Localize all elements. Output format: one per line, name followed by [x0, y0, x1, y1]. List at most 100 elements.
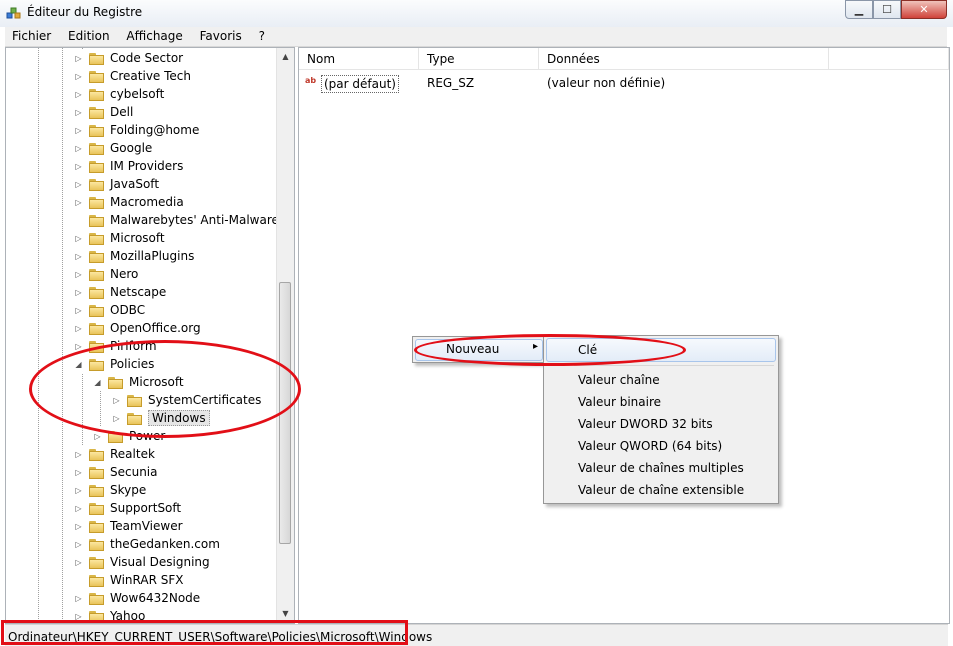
menu-bar: Fichier Edition Affichage Favoris ?: [5, 27, 947, 47]
submenu-item-expand-string[interactable]: Valeur de chaîne extensible: [578, 483, 744, 497]
submenu-item-valeur-binaire[interactable]: Valeur binaire: [578, 395, 661, 409]
expand-arrow-icon[interactable]: ▷: [74, 180, 83, 189]
tree-item-label: MozillaPlugins: [110, 249, 195, 263]
menu-help[interactable]: ?: [252, 27, 271, 43]
annotation-ellipse-menu: [414, 334, 686, 366]
tree-item[interactable]: ▷ Visual Designing: [74, 553, 210, 571]
expand-arrow-icon[interactable]: ▷: [74, 558, 83, 567]
tree-item[interactable]: ▷ Microsoft: [74, 229, 165, 247]
expand-arrow-icon[interactable]: ▷: [74, 126, 83, 135]
expand-arrow-icon[interactable]: ▷: [74, 198, 83, 207]
tree-item[interactable]: ▷ Dell: [74, 103, 134, 121]
expand-arrow-icon[interactable]: ▷: [74, 162, 83, 171]
folder-icon: [89, 448, 105, 461]
tree-item-label: JavaSoft: [110, 177, 160, 191]
column-header-type[interactable]: Type: [419, 48, 539, 70]
tree-item[interactable]: ▷ Realtek: [74, 445, 155, 463]
value-data: (valeur non définie): [547, 76, 666, 90]
folder-icon: [89, 106, 105, 119]
expand-arrow-icon[interactable]: ▷: [93, 432, 102, 441]
tree-item[interactable]: ▷ MozillaPlugins: [74, 247, 195, 265]
folder-icon: [89, 592, 105, 605]
tree-item[interactable]: ▷ Code Sector: [74, 49, 184, 67]
submenu-item-valeur-chaine[interactable]: Valeur chaîne: [578, 373, 660, 387]
tree-item[interactable]: ▷ JavaSoft: [74, 175, 160, 193]
menu-fichier[interactable]: Fichier: [5, 27, 57, 43]
tree-item-label: Skype: [110, 483, 147, 497]
expand-arrow-icon[interactable]: ▷: [74, 306, 83, 315]
tree-item[interactable]: ▷ cybelsoft: [74, 85, 165, 103]
tree-item[interactable]: ▷ TeamViewer: [74, 517, 183, 535]
tree-item-label: Malwarebytes' Anti-Malware: [110, 213, 279, 227]
expand-arrow-icon[interactable]: ▷: [74, 324, 83, 333]
tree-item[interactable]: WinRAR SFX: [74, 571, 184, 589]
folder-icon: [89, 70, 105, 83]
tree-item[interactable]: ▷ Macromedia: [74, 193, 184, 211]
tree-guide-line: [62, 48, 63, 623]
folder-icon: [89, 322, 105, 335]
tree-guide-line: [38, 48, 39, 623]
tree-item[interactable]: ▷ Google: [74, 139, 153, 157]
minimize-button[interactable]: ▁: [845, 0, 873, 19]
expand-arrow-icon[interactable]: ▷: [74, 108, 83, 117]
scroll-up-arrow[interactable]: ▲: [277, 48, 294, 65]
tree-item[interactable]: ▷ Wow6432Node: [74, 589, 201, 607]
folder-icon: [89, 52, 105, 65]
tree-item-label: Microsoft: [110, 231, 165, 245]
tree-item[interactable]: ▷ Creative Tech: [74, 67, 191, 85]
expand-arrow-icon[interactable]: ▷: [74, 234, 83, 243]
tree-item-label: Creative Tech: [110, 69, 191, 83]
tree-item[interactable]: ▷ Skype: [74, 481, 147, 499]
expand-arrow-icon[interactable]: ▷: [74, 468, 83, 477]
folder-icon: [89, 538, 105, 551]
registry-tree[interactable]: ▷ Code Sector ▷ Creative Tech ▷ cybelsoft ▷ Del…: [5, 47, 295, 624]
expand-arrow-icon[interactable]: ▷: [74, 486, 83, 495]
expand-arrow-icon[interactable]: ▷: [74, 594, 83, 603]
annotation-ellipse-tree: [29, 340, 301, 438]
submenu-item-multi-string[interactable]: Valeur de chaînes multiples: [578, 461, 744, 475]
expand-arrow-icon[interactable]: ▷: [74, 288, 83, 297]
tree-item[interactable]: Malwarebytes' Anti-Malware: [74, 211, 279, 229]
expand-arrow-icon[interactable]: ▷: [74, 90, 83, 99]
column-header-nom[interactable]: Nom: [299, 48, 419, 70]
folder-icon: [89, 466, 105, 479]
expand-arrow-icon[interactable]: ▷: [74, 522, 83, 531]
tree-item[interactable]: ▷ IM Providers: [74, 157, 184, 175]
expand-arrow-icon[interactable]: ▷: [74, 504, 83, 513]
folder-icon: [89, 196, 105, 209]
column-header-donnees[interactable]: Données: [539, 48, 829, 70]
folder-icon: [89, 574, 105, 587]
folder-icon: [89, 304, 105, 317]
expand-arrow-icon[interactable]: ▷: [74, 270, 83, 279]
expand-arrow-icon[interactable]: ▷: [74, 450, 83, 459]
close-button[interactable]: ✕: [901, 0, 947, 19]
tree-item[interactable]: ▷ OpenOffice.org: [74, 319, 201, 337]
menu-affichage[interactable]: Affichage: [119, 27, 188, 43]
submenu-item-dword[interactable]: Valeur DWORD 32 bits: [578, 417, 713, 431]
menu-edition[interactable]: Edition: [61, 27, 116, 43]
tree-item[interactable]: ▷ Secunia: [74, 463, 158, 481]
tree-item[interactable]: ▷ SupportSoft: [74, 499, 182, 517]
menu-favoris[interactable]: Favoris: [193, 27, 248, 43]
expand-arrow-icon[interactable]: ▷: [74, 540, 83, 549]
tree-scrollbar[interactable]: ▲ ▼: [276, 48, 294, 623]
folder-icon: [89, 124, 105, 137]
folder-icon: [89, 232, 105, 245]
tree-item-label: cybelsoft: [110, 87, 165, 101]
tree-item[interactable]: ▷ Netscape: [74, 283, 167, 301]
tree-item[interactable]: ▷ Folding@home: [74, 121, 200, 139]
expand-arrow-icon[interactable]: ▷: [74, 72, 83, 81]
expand-arrow-icon[interactable]: ▷: [74, 144, 83, 153]
menu-separator: [574, 365, 774, 366]
maximize-button[interactable]: ☐: [873, 0, 901, 19]
expand-arrow-icon[interactable]: ▷: [74, 252, 83, 261]
tree-item-label: Secunia: [110, 465, 158, 479]
tree-item[interactable]: ▷ theGedanken.com: [74, 535, 220, 553]
value-name[interactable]: (par défaut): [321, 75, 399, 93]
tree-item[interactable]: ▷ ODBC: [74, 301, 146, 319]
submenu-item-qword[interactable]: Valeur QWORD (64 bits): [578, 439, 722, 453]
tree-item-label: Google: [110, 141, 153, 155]
tree-item[interactable]: ▷ Nero: [74, 265, 139, 283]
expand-arrow-icon[interactable]: ▷: [74, 54, 83, 63]
tree-item-label: Code Sector: [110, 51, 184, 65]
